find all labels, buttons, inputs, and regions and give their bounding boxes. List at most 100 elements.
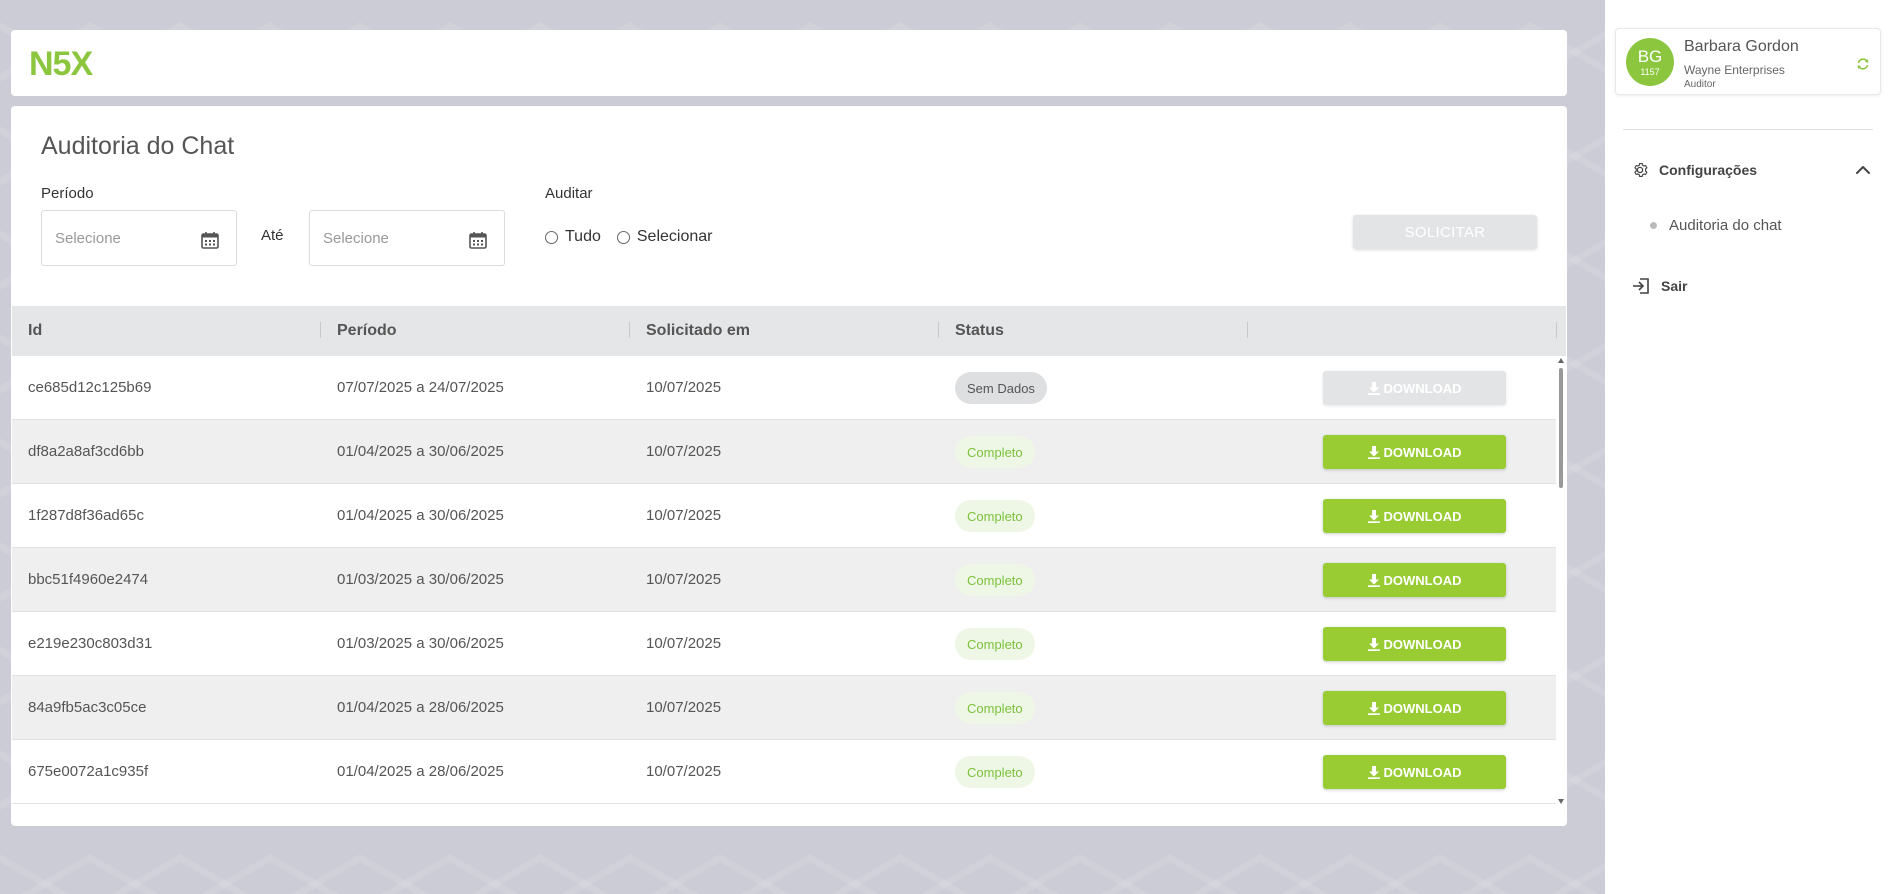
download-icon (1367, 637, 1380, 651)
auditar-radio-group: Tudo Selecionar (545, 228, 728, 246)
sidebar-item-auditoria-do-chat[interactable]: Auditoria do chat (1650, 217, 1782, 234)
table-row: bbc51f4960e2474 01/03/2025 a 30/06/2025 10… (12, 548, 1556, 612)
cell-id: df8a2a8af3cd6bb (28, 443, 144, 460)
radio-selecionar-label: Selecionar (636, 228, 713, 245)
radio-tudo-label: Tudo (565, 228, 601, 245)
cell-periodo: 01/04/2025 a 28/06/2025 (337, 763, 504, 780)
ate-label: Até (261, 227, 284, 244)
radio-circle[interactable] (545, 230, 558, 244)
download-icon (1367, 445, 1380, 459)
calendar-icon[interactable] (468, 230, 488, 250)
column-divider (320, 322, 321, 338)
table-row: 675e0072a1c935f 01/04/2025 a 28/06/2025 10… (12, 740, 1556, 804)
table-scrollbar[interactable] (1556, 356, 1566, 806)
cell-id: 1f287d8f36ad65c (28, 507, 144, 524)
cell-solicitado: 10/07/2025 (646, 699, 722, 716)
scroll-down-arrow[interactable] (1558, 799, 1564, 804)
scroll-thumb[interactable] (1559, 368, 1563, 488)
user-company: Wayne Enterprises (1684, 63, 1785, 77)
column-header-status[interactable]: Status (955, 322, 1004, 340)
audit-table: Id Período Solicitado em Status ce685d12… (12, 306, 1566, 806)
download-label: DOWNLOAD (1383, 764, 1462, 780)
download-button[interactable]: DOWNLOAD (1323, 563, 1506, 597)
page-title: Auditoria do Chat (41, 132, 235, 160)
radio-selecionar[interactable]: Selecionar (616, 228, 713, 246)
cell-id: 84a9fb5ac3c05ce (28, 699, 147, 716)
refresh-icon[interactable] (1856, 57, 1870, 71)
sidebar: BG 1157 Barbara Gordon Wayne Enterprises… (1605, 0, 1890, 894)
download-button[interactable]: DOWNLOAD (1323, 499, 1506, 533)
table-row: e219e230c803d31 01/03/2025 a 30/06/2025 10… (12, 612, 1556, 676)
audit-panel: Auditoria do Chat Período Selecione Até … (11, 106, 1567, 826)
table-row: df8a2a8af3cd6bb 01/04/2025 a 30/06/2025 10… (12, 420, 1556, 484)
download-icon (1367, 701, 1380, 715)
download-label: DOWNLOAD (1383, 700, 1462, 716)
calendar-icon[interactable] (200, 230, 220, 250)
column-header-id[interactable]: Id (28, 322, 42, 340)
sidebar-item-sair[interactable]: Sair (1631, 277, 1687, 295)
cell-periodo: 01/04/2025 a 30/06/2025 (337, 507, 504, 524)
auditar-label: Auditar (545, 185, 593, 202)
download-label: DOWNLOAD (1383, 444, 1462, 460)
date-from-placeholder: Selecione (55, 230, 121, 247)
column-header-solicitado[interactable]: Solicitado em (646, 322, 750, 340)
radio-tudo[interactable]: Tudo (545, 228, 601, 246)
cell-solicitado: 10/07/2025 (646, 763, 722, 780)
cell-periodo: 07/07/2025 a 24/07/2025 (337, 379, 504, 396)
column-divider (629, 322, 630, 338)
download-button[interactable]: DOWNLOAD (1323, 691, 1506, 725)
radio-circle[interactable] (616, 230, 630, 244)
chevron-up-icon[interactable] (1855, 162, 1871, 178)
column-divider (1247, 322, 1248, 338)
table-header: Id Período Solicitado em Status (12, 306, 1566, 356)
user-card[interactable]: BG 1157 Barbara Gordon Wayne Enterprises… (1615, 28, 1881, 95)
avatar-initials: BG (1637, 47, 1663, 66)
status-badge: Completo (955, 692, 1035, 724)
cell-solicitado: 10/07/2025 (646, 635, 722, 652)
sidebar-item-sair-label: Sair (1661, 278, 1688, 294)
cell-solicitado: 10/07/2025 (646, 443, 722, 460)
logout-icon (1633, 278, 1649, 294)
status-badge: Completo (955, 500, 1035, 532)
status-badge: Completo (955, 756, 1035, 788)
date-from-field[interactable]: Selecione (41, 210, 237, 266)
solicitar-button[interactable]: SOLICITAR (1353, 215, 1537, 249)
user-name: Barbara Gordon (1684, 38, 1799, 55)
cell-id: e219e230c803d31 (28, 635, 153, 652)
cell-periodo: 01/04/2025 a 28/06/2025 (337, 699, 504, 716)
date-to-field[interactable]: Selecione (309, 210, 505, 266)
status-badge: Sem Dados (955, 372, 1047, 404)
download-button[interactable]: DOWNLOAD (1323, 435, 1506, 469)
user-role: Auditor (1684, 79, 1716, 90)
download-label: DOWNLOAD (1383, 380, 1462, 396)
download-button[interactable]: DOWNLOAD (1323, 371, 1506, 405)
download-label: DOWNLOAD (1383, 572, 1462, 588)
sidebar-divider (1623, 129, 1873, 130)
status-badge: Completo (955, 564, 1035, 596)
column-divider (1556, 322, 1557, 338)
scroll-up-arrow[interactable] (1558, 358, 1564, 363)
download-icon (1367, 509, 1380, 523)
cell-solicitado: 10/07/2025 (646, 507, 722, 524)
status-badge: Completo (955, 628, 1035, 660)
sidebar-item-configuracoes[interactable]: Configurações (1631, 158, 1871, 182)
download-button[interactable]: DOWNLOAD (1323, 627, 1506, 661)
column-header-periodo[interactable]: Período (337, 322, 397, 340)
download-label: DOWNLOAD (1383, 636, 1462, 652)
table-row: 1f287d8f36ad65c 01/04/2025 a 30/06/2025 10… (12, 484, 1556, 548)
cell-id: bbc51f4960e2474 (28, 571, 149, 588)
cell-solicitado: 10/07/2025 (646, 379, 722, 396)
cell-periodo: 01/03/2025 a 30/06/2025 (337, 635, 504, 652)
n5x-logo[interactable]: N5X (29, 44, 105, 80)
cell-periodo: 01/04/2025 a 30/06/2025 (337, 443, 504, 460)
svg-text:N5X: N5X (29, 45, 93, 80)
cell-id: 675e0072a1c935f (28, 763, 149, 780)
top-bar: N5X (11, 30, 1567, 96)
avatar[interactable]: BG 1157 (1626, 38, 1674, 86)
status-badge: Completo (955, 436, 1035, 468)
download-button[interactable]: DOWNLOAD (1323, 755, 1506, 789)
table-row: ce685d12c125b69 07/07/2025 a 24/07/2025 10… (12, 356, 1556, 420)
cell-solicitado: 10/07/2025 (646, 571, 722, 588)
table-row: 84a9fb5ac3c05ce 01/04/2025 a 28/06/2025 10… (12, 676, 1556, 740)
download-icon (1367, 381, 1380, 395)
